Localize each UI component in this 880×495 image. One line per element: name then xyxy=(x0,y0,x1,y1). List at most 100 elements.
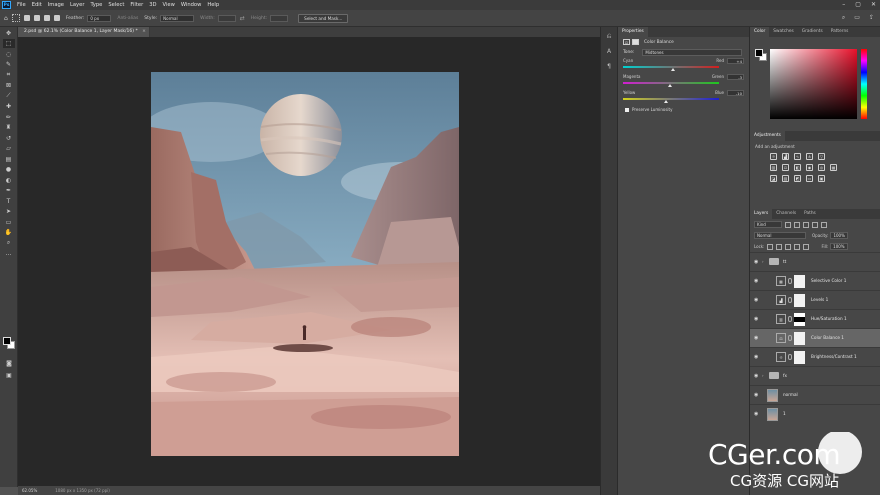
layer-mask-thumbnail[interactable] xyxy=(794,275,805,288)
slider-magenta-green[interactable]: Magenta Green -3 xyxy=(623,73,744,89)
hue-saturation-icon[interactable]: ▥ xyxy=(770,164,777,171)
slider-track[interactable] xyxy=(623,98,719,100)
intersect-selection-icon[interactable] xyxy=(53,15,60,21)
workspace-icon[interactable]: ▭ xyxy=(854,14,860,22)
curves-icon[interactable]: ∿ xyxy=(794,153,801,160)
feather-input[interactable]: 0 px xyxy=(87,14,112,22)
group-caret-icon[interactable]: › xyxy=(762,373,764,378)
visibility-eye-icon[interactable]: ◉ xyxy=(754,259,760,265)
layer-mask-thumbnail[interactable] xyxy=(794,351,805,364)
path-selection-tool-icon[interactable]: ➤ xyxy=(3,207,15,216)
crop-tool-icon[interactable]: ⌗ xyxy=(3,71,15,80)
layer-mask-thumbnail[interactable] xyxy=(794,332,805,345)
hand-tool-icon[interactable]: ✋ xyxy=(3,228,15,237)
slider-thumb[interactable] xyxy=(664,100,669,103)
visibility-eye-icon[interactable]: ◉ xyxy=(754,297,760,303)
link-icon[interactable] xyxy=(788,335,792,341)
menu-help[interactable]: Help xyxy=(204,2,222,8)
menu-3d[interactable]: 3D xyxy=(146,2,159,8)
channel-mixer-icon[interactable]: ◎ xyxy=(818,164,825,171)
slider-value-input[interactable]: +4 xyxy=(727,58,744,64)
tab-color[interactable]: Color xyxy=(750,27,770,37)
marquee-tool-preset-icon[interactable] xyxy=(11,14,20,22)
slider-thumb[interactable] xyxy=(667,84,672,87)
height-input[interactable] xyxy=(270,14,289,22)
visibility-eye-icon[interactable]: ◉ xyxy=(754,392,760,398)
document-canvas-image[interactable] xyxy=(151,72,459,456)
threshold-icon[interactable]: ◩ xyxy=(794,175,801,182)
lock-transparency-icon[interactable] xyxy=(767,243,774,250)
width-input[interactable] xyxy=(217,14,236,22)
tab-patterns[interactable]: Patterns xyxy=(827,27,853,37)
minimize-button[interactable]: – xyxy=(842,1,845,8)
exposure-icon[interactable]: ± xyxy=(806,153,813,160)
healing-brush-tool-icon[interactable]: ✚ xyxy=(3,102,15,111)
tab-paths[interactable]: Paths xyxy=(800,209,820,219)
screen-mode-icon[interactable]: ▣ xyxy=(3,371,15,380)
foreground-color-swatch[interactable] xyxy=(3,337,11,345)
visibility-eye-icon[interactable]: ◉ xyxy=(754,335,760,341)
link-icon[interactable] xyxy=(788,354,792,360)
black-white-icon[interactable]: ◧ xyxy=(794,164,801,171)
layer-row[interactable]: ◉ ☼ Brightness/Contrast 1 xyxy=(750,347,880,366)
subtract-selection-icon[interactable] xyxy=(43,15,50,21)
layer-mask-thumbnail[interactable] xyxy=(794,313,805,326)
dodge-tool-icon[interactable]: ◐ xyxy=(3,176,15,185)
preserve-luminosity-checkbox[interactable] xyxy=(625,107,629,112)
shape-filter-icon[interactable] xyxy=(812,221,818,228)
gradient-map-icon[interactable]: ▭ xyxy=(806,175,813,182)
menu-edit[interactable]: Edit xyxy=(29,2,45,8)
quick-select-tool-icon[interactable]: ✎ xyxy=(3,60,15,69)
marquee-tool-icon[interactable]: ⬚ xyxy=(2,39,15,48)
tab-properties[interactable]: Properties xyxy=(618,27,648,37)
adjustment-filter-icon[interactable] xyxy=(794,221,800,228)
link-icon[interactable] xyxy=(788,278,792,284)
menu-window[interactable]: Window xyxy=(178,2,204,8)
slider-value-input[interactable]: -10 xyxy=(727,90,744,96)
swap-icon[interactable]: ⇄ xyxy=(240,15,245,22)
home-icon[interactable]: ⌂ xyxy=(4,15,8,22)
lock-position-icon[interactable] xyxy=(785,243,792,250)
rectangle-tool-icon[interactable]: ▭ xyxy=(3,218,15,227)
paragraph-panel-icon[interactable]: ¶ xyxy=(605,63,614,72)
layer-row[interactable]: ◉ ▟ Levels 1 xyxy=(750,290,880,309)
group-caret-icon[interactable]: › xyxy=(762,259,764,264)
add-selection-icon[interactable] xyxy=(33,15,40,21)
visibility-eye-icon[interactable]: ◉ xyxy=(754,354,760,360)
menu-image[interactable]: Image xyxy=(45,2,67,8)
blur-tool-icon[interactable]: ● xyxy=(3,165,15,174)
tab-swatches[interactable]: Swatches xyxy=(769,27,798,37)
lock-pixels-icon[interactable] xyxy=(776,243,783,250)
style-select[interactable]: Normal xyxy=(160,14,195,22)
zoom-tool-icon[interactable]: ⌕ xyxy=(3,239,15,248)
move-tool-icon[interactable]: ✥ xyxy=(3,29,15,38)
slider-thumb[interactable] xyxy=(670,68,675,71)
brightness-contrast-icon[interactable]: ☼ xyxy=(770,153,777,160)
layer-row[interactable]: ◉ normal xyxy=(750,385,880,404)
menu-view[interactable]: View xyxy=(160,2,178,8)
tab-gradients[interactable]: Gradients xyxy=(798,27,827,37)
lasso-tool-icon[interactable]: ◌ xyxy=(3,50,15,59)
close-button[interactable]: ✕ xyxy=(871,1,876,8)
invert-icon[interactable]: ◪ xyxy=(770,175,777,182)
quick-mask-icon[interactable]: ◙ xyxy=(3,359,15,368)
history-brush-tool-icon[interactable]: ↺ xyxy=(3,134,15,143)
link-icon[interactable] xyxy=(788,316,792,322)
layer-mask-thumbnail[interactable] xyxy=(794,294,805,307)
smart-object-filter-icon[interactable] xyxy=(821,221,827,228)
layer-row[interactable]: ◉ ⚖ Color Balance 1 xyxy=(750,328,880,347)
tone-select[interactable]: Midtones xyxy=(642,48,743,56)
preserve-luminosity-row[interactable]: Preserve Luminosity xyxy=(618,105,749,114)
visibility-eye-icon[interactable]: ◉ xyxy=(754,278,760,284)
fill-input[interactable]: 100% xyxy=(830,243,849,250)
color-panel-foreground-swatch[interactable] xyxy=(755,49,763,57)
more-tools-icon[interactable]: … xyxy=(3,249,15,258)
visibility-eye-icon[interactable]: ◉ xyxy=(754,373,760,379)
type-tool-icon[interactable]: T xyxy=(3,197,15,206)
share-icon[interactable]: ⇪ xyxy=(869,14,874,22)
blend-mode-select[interactable]: Normal xyxy=(754,232,806,239)
menu-select[interactable]: Select xyxy=(105,2,127,8)
tab-layers[interactable]: Layers xyxy=(750,209,773,219)
layer-kind-filter[interactable]: Kind xyxy=(754,221,782,228)
document-tab[interactable]: 2.psd @ 62.1% (Color Balance 1, Layer Ma… xyxy=(18,27,150,37)
